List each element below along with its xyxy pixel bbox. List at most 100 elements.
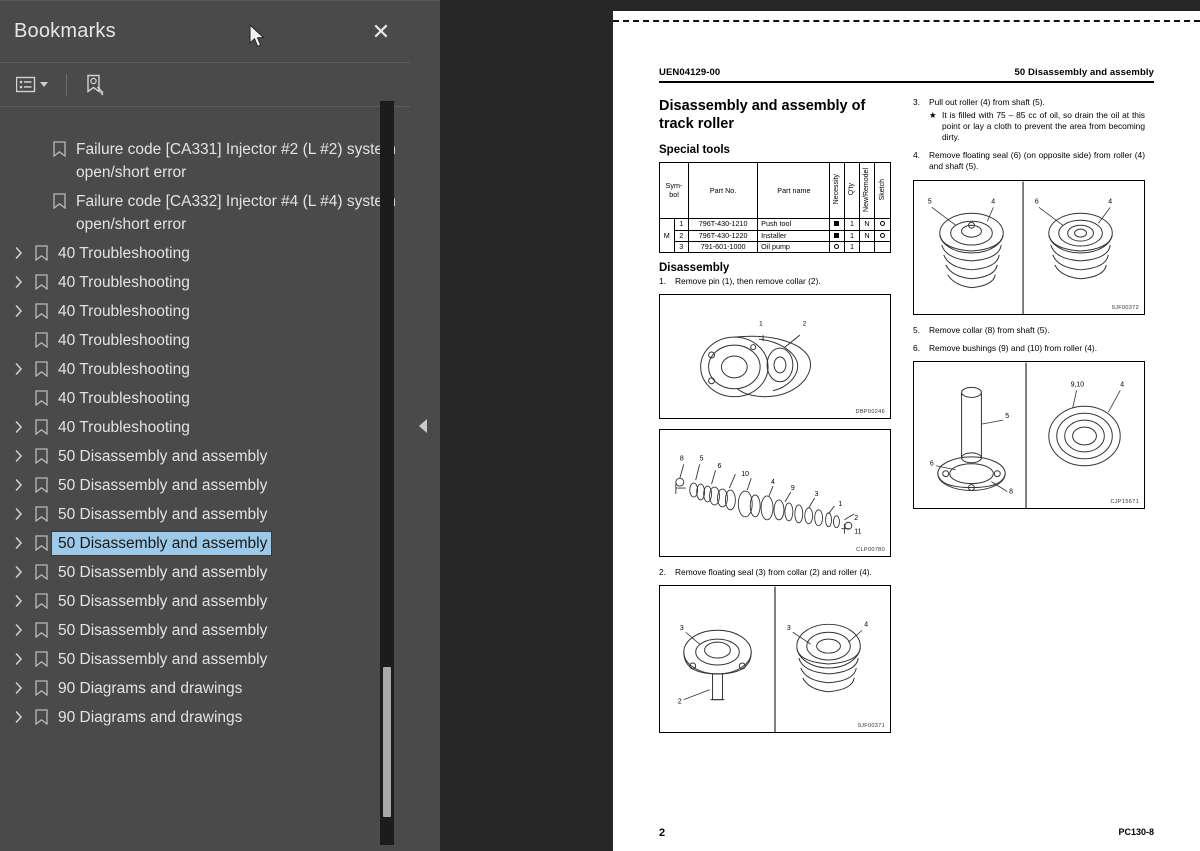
step-3: 3. Pull out roller (4) from shaft (5). ★… — [913, 97, 1145, 143]
bookmark-item-13[interactable]: 50 Disassembly and assembly — [0, 529, 410, 558]
chevron-right-icon[interactable] — [8, 561, 30, 583]
bookmark-label: 90 Diagrams and drawings — [58, 680, 243, 697]
bookmark-item-17[interactable]: 50 Disassembly and assembly — [0, 645, 410, 674]
bookmark-item-19[interactable]: 90 Diagrams and drawings — [0, 703, 410, 732]
bookmark-item-10[interactable]: 50 Disassembly and assembly — [0, 442, 410, 471]
callout-3: 3 — [815, 491, 819, 498]
bookmark-item-7[interactable]: 40 Troubleshooting — [0, 355, 410, 384]
bookmark-item-4[interactable]: 40 Troubleshooting — [0, 268, 410, 297]
bookmark-icon — [48, 190, 70, 212]
bookmark-icon — [30, 619, 52, 641]
pdf-page: UEN04129-00 50 Disassembly and assembly … — [613, 11, 1200, 851]
cell-qty: 1 — [844, 229, 860, 242]
callout-2c: 2 — [678, 699, 682, 706]
bookmark-item-2[interactable]: Failure code [CA332] Injector #4 (L #4) … — [0, 187, 410, 239]
step-text: Remove collar (8) from shaft (5). — [929, 324, 1050, 335]
chevron-right-icon[interactable] — [8, 706, 30, 728]
bookmark-item-14[interactable]: 50 Disassembly and assembly — [0, 558, 410, 587]
col-symbol: Sym-bol — [659, 162, 689, 220]
chevron-right-icon[interactable] — [8, 358, 30, 380]
bookmark-icon — [30, 329, 52, 351]
bookmark-item-8[interactable]: 40 Troubleshooting — [0, 384, 410, 413]
special-tools-heading: Special tools — [659, 144, 730, 157]
bookmark-item-5[interactable]: 40 Troubleshooting — [0, 297, 410, 326]
header-rule — [659, 81, 1154, 83]
step-number: 1. — [659, 276, 666, 287]
bookmark-find-icon[interactable] — [83, 72, 107, 98]
cell-part-name: Installer — [757, 229, 830, 242]
chevron-right-icon[interactable] — [8, 648, 30, 670]
bookmark-item-18[interactable]: 90 Diagrams and drawings — [0, 674, 410, 703]
bookmark-label: 50 Disassembly and assembly — [58, 593, 268, 610]
callout-5: 5 — [700, 455, 704, 462]
step-number: 6. — [913, 342, 920, 353]
bookmark-item-1[interactable]: Failure code [CA331] Injector #2 (L #2) … — [0, 135, 410, 187]
bookmark-label: 40 Troubleshooting — [58, 274, 190, 291]
model-name: PC130-8 — [1118, 827, 1154, 837]
bookmark-icon — [30, 445, 52, 467]
bookmark-item-12[interactable]: 50 Disassembly and assembly — [0, 500, 410, 529]
callout-1b: 1 — [838, 501, 842, 508]
bookmark-item-11[interactable]: 50 Disassembly and assembly — [0, 471, 410, 500]
chevron-right-icon[interactable] — [8, 300, 30, 322]
callout-4b: 4 — [864, 622, 868, 629]
figure-cjp15671: 9,10 4 5 6 8 CJP15671 — [913, 360, 1145, 509]
chevron-right-icon[interactable] — [8, 619, 30, 641]
cell-no: 1 — [673, 218, 689, 231]
col-part-name: Part name — [757, 162, 830, 220]
right-column: 3. Pull out roller (4) from shaft (5). ★… — [913, 97, 1145, 743]
close-icon[interactable]: ✕ — [368, 19, 394, 45]
bookmark-item-9[interactable]: 40 Troubleshooting — [0, 413, 410, 442]
list-options-icon[interactable] — [14, 74, 50, 95]
step-5: 5. Remove collar (8) from shaft (5). — [913, 325, 1145, 336]
bookmark-label-wrap: 50 Disassembly and assembly — [50, 531, 396, 556]
callout-4e: 4 — [1120, 381, 1124, 388]
chevron-right-icon[interactable] — [8, 532, 30, 554]
chevron-right-icon[interactable] — [8, 445, 30, 467]
col-qty: Q'ty — [844, 162, 860, 220]
bookmark-item-3[interactable]: 40 Troubleshooting — [0, 239, 410, 268]
chevron-right-icon[interactable] — [8, 416, 30, 438]
bookmark-item-6[interactable]: 40 Troubleshooting — [0, 326, 410, 355]
panel-splitter[interactable] — [410, 0, 440, 851]
bookmark-label-wrap: 50 Disassembly and assembly — [52, 648, 396, 671]
bookmark-label-wrap: 50 Disassembly and assembly — [52, 619, 396, 642]
bookmark-label-wrap: 40 Troubleshooting — [52, 416, 396, 439]
bookmark-item-16[interactable]: 50 Disassembly and assembly — [0, 616, 410, 645]
bookmark-icon — [30, 561, 52, 583]
bookmarks-scrollbar[interactable] — [380, 101, 394, 845]
callout-9-10: 9,10 — [1071, 381, 1085, 388]
document-viewer[interactable]: UEN04129-00 50 Disassembly and assembly … — [440, 0, 1200, 851]
bookmark-icon — [30, 474, 52, 496]
cell-part-name: Oil pump — [757, 240, 830, 254]
cell-sketch — [874, 240, 891, 254]
chevron-right-icon[interactable] — [8, 503, 30, 525]
collapse-left-triangle-icon[interactable] — [419, 419, 427, 433]
page-boundary-dashed-line — [613, 20, 1200, 22]
callout-3a: 3 — [680, 626, 684, 633]
figure-clp00780: 8 5 6 10 4 9 3 1 2 11 CLP00780 — [659, 429, 891, 558]
cell-part-no: 796T-430-1220 — [687, 229, 759, 242]
chevron-right-icon[interactable] — [8, 590, 30, 612]
col-necessity: Necessity — [828, 162, 846, 220]
bookmark-item-15[interactable]: 50 Disassembly and assembly — [0, 587, 410, 616]
bookmark-icon — [30, 242, 52, 264]
chevron-right-icon[interactable] — [8, 242, 30, 264]
bookmarks-list[interactable]: system open/short error Failure code [CA3… — [0, 107, 410, 851]
figure-code: CJP15671 — [1110, 498, 1139, 505]
scrollbar-thumb[interactable] — [383, 667, 391, 817]
callout-10: 10 — [741, 471, 749, 478]
step-text: Remove floating seal (3) from collar (2)… — [675, 567, 872, 578]
twisty-placeholder — [8, 387, 30, 409]
bookmark-icon — [30, 271, 52, 293]
page-title: Disassembly and assembly of track roller — [659, 98, 866, 133]
bookmark-item-0[interactable]: system open/short error — [0, 109, 410, 135]
chevron-right-icon[interactable] — [8, 271, 30, 293]
chevron-right-icon[interactable] — [8, 474, 30, 496]
chevron-down-icon[interactable] — [40, 82, 48, 87]
table-header-row: Sym-bol Part No. Part name Necessity Q't… — [659, 162, 891, 220]
chevron-right-icon[interactable] — [8, 677, 30, 699]
bookmark-label: Failure code [CA332] Injector #4 (L #4) … — [76, 193, 396, 233]
pdf-reader-window: Bookmarks ✕ Failure code [CA331] Injecto… — [0, 0, 1200, 851]
doc-section: 50 Disassembly and assembly — [1014, 67, 1154, 78]
